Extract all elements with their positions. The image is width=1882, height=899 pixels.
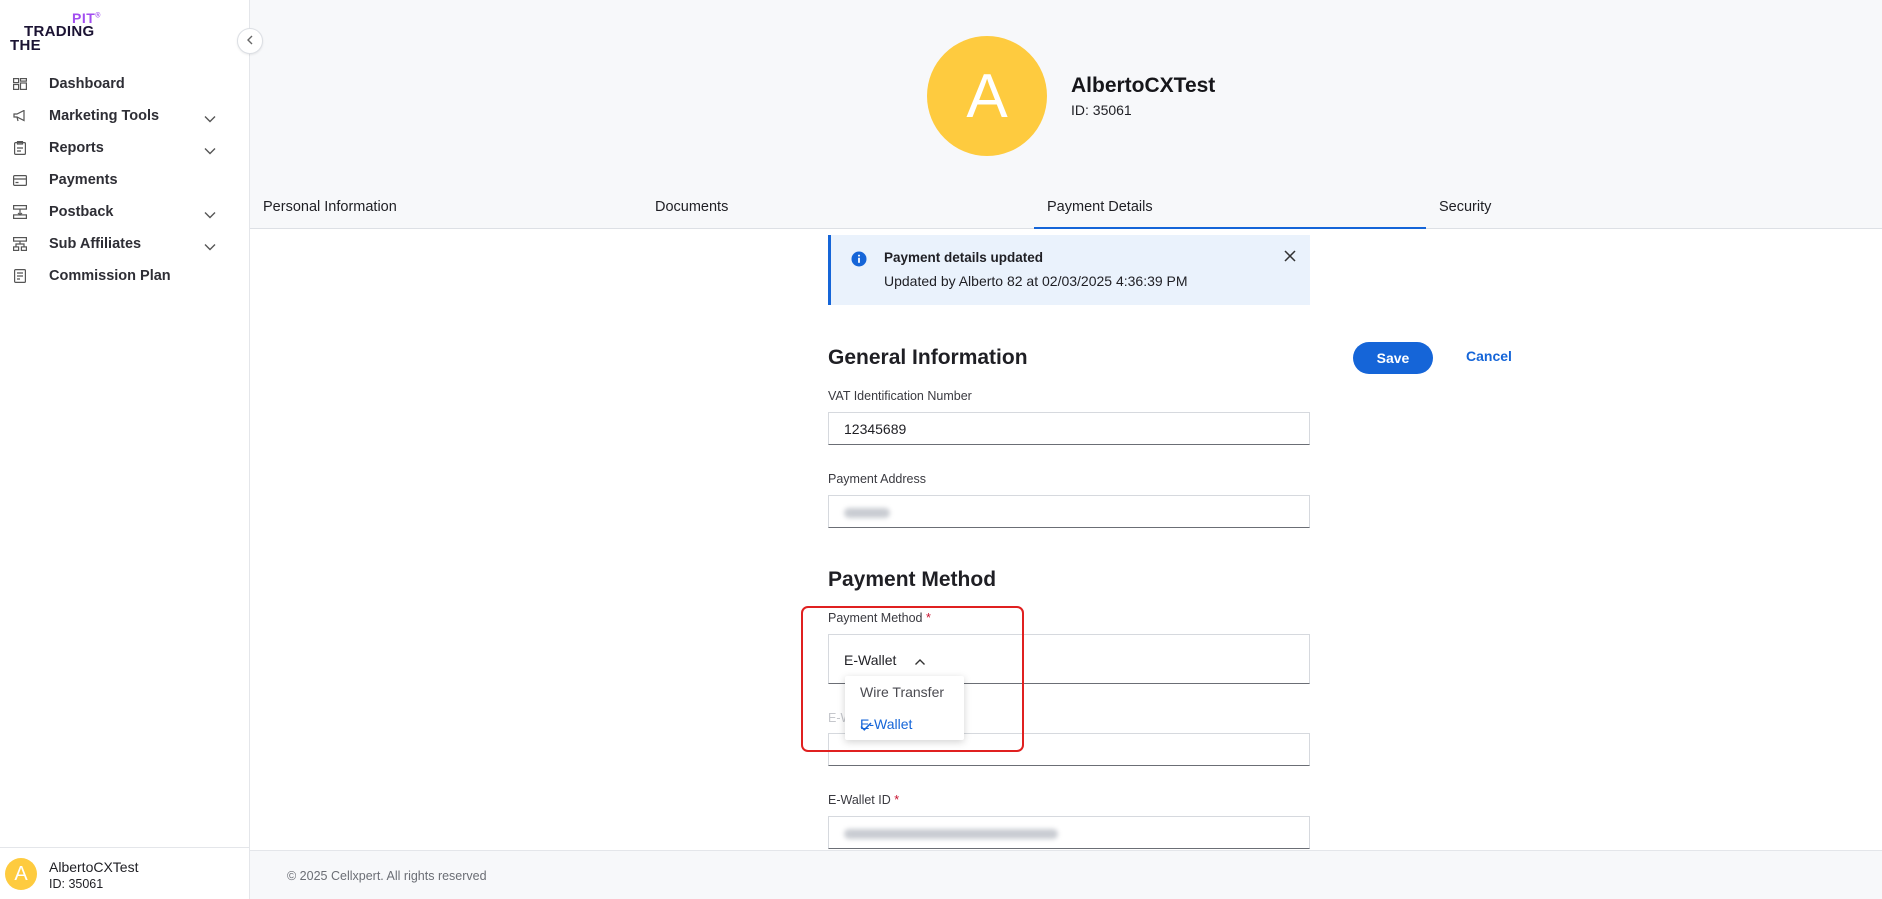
sidebar: PIT® TRADING THE Dashboard Marketing Too… — [0, 0, 250, 899]
profile-avatar: A — [927, 36, 1047, 156]
main-content: A AlbertoCXTest ID: 35061 Personal Infor… — [250, 0, 1882, 899]
profile-id: ID: 35061 — [1071, 102, 1132, 118]
sidebar-item-commission-plan[interactable]: Commission Plan — [0, 260, 250, 292]
tab-personal-information[interactable]: Personal Information — [250, 190, 642, 229]
payment-method-value: E-Wallet — [844, 652, 897, 668]
sidebar-item-label: Sub Affiliates — [49, 236, 142, 252]
chevron-down-icon[interactable] — [204, 206, 216, 224]
profile-name: AlbertoCXTest — [1071, 74, 1216, 97]
user-id: ID: 35061 — [49, 877, 104, 891]
clipboard-icon — [12, 140, 28, 156]
postback-icon — [12, 204, 28, 220]
chevron-up-icon — [914, 653, 926, 671]
megaphone-icon — [12, 108, 28, 124]
sidebar-item-label: Payments — [49, 172, 118, 188]
notification-title: Payment details updated — [884, 250, 1044, 265]
save-button[interactable]: Save — [1353, 342, 1433, 374]
collapse-sidebar-button[interactable] — [237, 28, 263, 54]
vat-input[interactable]: 12345689 — [828, 412, 1310, 445]
chevron-left-icon — [246, 32, 254, 50]
tab-documents[interactable]: Documents — [642, 190, 1034, 229]
chevron-down-icon[interactable] — [204, 110, 216, 128]
tab-label: Security — [1439, 199, 1492, 215]
sidebar-user[interactable]: A AlbertoCXTest ID: 35061 — [0, 847, 250, 899]
sidebar-item-label: Commission Plan — [49, 268, 171, 284]
profile-header: A AlbertoCXTest ID: 35061 Personal Infor… — [250, 0, 1882, 229]
check-icon — [860, 718, 948, 734]
logo-the: THE — [10, 37, 41, 54]
notification-text: Updated by Alberto 82 at 02/03/2025 4:36… — [884, 273, 1188, 289]
tab-payment-details[interactable]: Payment Details — [1034, 190, 1426, 229]
chevron-down-icon[interactable] — [204, 238, 216, 256]
sidebar-nav: Dashboard Marketing Tools Reports Paymen… — [0, 68, 250, 292]
section-title-general: General Information — [828, 346, 1028, 369]
sidebar-item-label: Dashboard — [49, 76, 125, 92]
option-e-wallet[interactable]: E-Wallet — [845, 708, 964, 740]
tab-label: Documents — [655, 199, 729, 215]
sidebar-item-marketing-tools[interactable]: Marketing Tools — [0, 100, 250, 132]
tab-label: Personal Information — [263, 199, 397, 215]
document-icon — [12, 268, 28, 284]
section-title-payment-method: Payment Method — [828, 568, 997, 591]
info-icon — [851, 251, 867, 272]
profile-tabs: Personal Information Documents Payment D… — [250, 190, 1882, 229]
brand-logo[interactable]: PIT® TRADING THE — [10, 10, 110, 54]
dashboard-icon — [12, 76, 28, 92]
payment-method-label: Payment Method * — [828, 611, 931, 625]
hierarchy-icon — [12, 236, 28, 252]
vat-label: VAT Identification Number — [828, 389, 972, 403]
card-icon — [12, 172, 28, 188]
chevron-down-icon[interactable] — [204, 142, 216, 160]
page-footer: © 2025 Cellxpert. All rights reserved — [250, 850, 1882, 899]
payment-method-dropdown: Wire Transfer E-Wallet — [845, 676, 964, 740]
user-name: AlbertoCXTest — [49, 859, 139, 875]
sidebar-item-sub-affiliates[interactable]: Sub Affiliates — [0, 228, 250, 260]
ewallet-id-label: E-Wallet ID * — [828, 793, 900, 807]
sidebar-item-reports[interactable]: Reports — [0, 132, 250, 164]
avatar: A — [5, 858, 37, 890]
ewallet-id-input[interactable] — [828, 816, 1310, 849]
sidebar-item-payments[interactable]: Payments — [0, 164, 250, 196]
sidebar-item-label: Reports — [49, 140, 104, 156]
sidebar-item-label: Postback — [49, 204, 114, 220]
sidebar-item-postback[interactable]: Postback — [0, 196, 250, 228]
close-icon[interactable] — [1284, 249, 1296, 267]
option-wire-transfer[interactable]: Wire Transfer — [845, 676, 964, 708]
blurred-value — [844, 829, 1058, 839]
payment-address-label: Payment Address — [828, 472, 926, 486]
tab-label: Payment Details — [1047, 199, 1153, 215]
cancel-button[interactable]: Cancel — [1466, 348, 1512, 364]
tab-security[interactable]: Security — [1426, 190, 1818, 229]
notification-banner: Payment details updated Updated by Alber… — [828, 235, 1310, 305]
payment-address-input[interactable] — [828, 495, 1310, 528]
sidebar-item-dashboard[interactable]: Dashboard — [0, 68, 250, 100]
sidebar-item-label: Marketing Tools — [49, 108, 160, 124]
copyright-text: © 2025 Cellxpert. All rights reserved — [287, 869, 487, 883]
vat-value: 12345689 — [844, 421, 907, 437]
blurred-value — [844, 508, 890, 518]
